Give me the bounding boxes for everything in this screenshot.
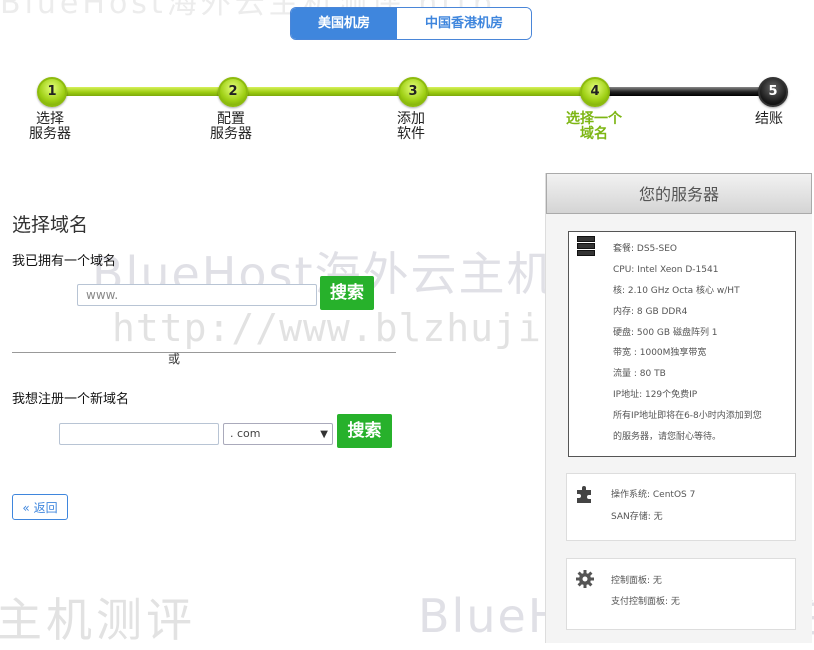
tab-us-datacenter[interactable]: 美国机房 [291, 8, 397, 39]
os-value: 操作系统: CentOS 7 [611, 490, 696, 500]
billing-panel-value: 支付控制面板: 无 [611, 597, 680, 607]
order-summary-sidebar: 您的服务器 套餐: DS5-SEO CPU: Intel Xeon D-1541… [545, 173, 812, 643]
spec-ip-note-1: 所有IP地址即将在6-8小时内添加到您 [613, 411, 762, 421]
tld-select[interactable]: . com ▼ [223, 423, 333, 445]
control-panel-card: 控制面板: 无 支付控制面板: 无 [566, 558, 796, 630]
step-5-circle: 5 [758, 77, 788, 107]
server-icon [577, 236, 595, 256]
watermark-bottom-left: 主机测评 [0, 593, 196, 647]
spec-memory: 内存: 8 GB DDR4 [613, 307, 688, 317]
divider [12, 352, 396, 353]
spec-cores: 核: 2.10 GHz Octa 核心 w/HT [613, 286, 740, 296]
step-1-label-line2: 服务器 [29, 126, 71, 142]
spec-ip: IP地址: 129个免费IP [613, 390, 698, 400]
datacenter-tabs: 美国机房 中国香港机房 [290, 7, 532, 40]
own-domain-input[interactable]: www. [77, 284, 317, 306]
server-spec-card: 套餐: DS5-SEO CPU: Intel Xeon D-1541 核: 2.… [568, 231, 796, 457]
own-domain-label: 我已拥有一个域名 [12, 254, 117, 269]
spec-ip-note-2: 的服务器，请您耐心等待。 [613, 432, 722, 442]
spec-traffic: 流量 : 80 TB [613, 369, 666, 379]
gear-icon [575, 569, 595, 594]
step-4-label-line1: 选择一个 [566, 111, 622, 127]
own-domain-search-button[interactable]: 搜索 [320, 276, 374, 310]
step-4-label-line2: 域名 [580, 126, 608, 142]
san-value: SAN存储: 无 [611, 512, 663, 522]
new-domain-label: 我想注册一个新域名 [12, 392, 130, 407]
or-label: 或 [168, 352, 181, 366]
new-domain-input[interactable] [59, 423, 219, 445]
step-1-label-line1: 选择 [36, 111, 64, 127]
step-3-label-line1: 添加 [397, 111, 425, 127]
tld-select-value: . com [230, 427, 261, 440]
spec-bandwidth: 带宽 : 1000M独享带宽 [613, 348, 707, 358]
step-1-circle: 1 [37, 77, 67, 107]
step-3-label: 添加 软件 [386, 112, 436, 142]
step-3-label-line2: 软件 [397, 126, 425, 142]
tab-hk-datacenter[interactable]: 中国香港机房 [397, 8, 531, 39]
step-4-label: 选择一个 域名 [558, 112, 630, 142]
step-5-label-line1: 结账 [755, 111, 783, 127]
step-2-label-line2: 服务器 [210, 126, 252, 142]
new-domain-search-button[interactable]: 搜索 [337, 414, 392, 448]
spec-plan: 套餐: DS5-SEO [613, 244, 677, 254]
progress-track-completed [50, 87, 598, 96]
step-3-circle: 3 [398, 77, 428, 107]
step-4-circle: 4 [580, 77, 610, 107]
spec-disk: 硬盘: 500 GB 磁盘阵列 1 [613, 328, 718, 338]
os-card: 操作系统: CentOS 7 SAN存储: 无 [566, 473, 796, 541]
puzzle-icon [575, 484, 595, 509]
page-title: 选择域名 [12, 214, 89, 236]
spec-cpu: CPU: Intel Xeon D-1541 [613, 265, 719, 275]
control-panel-value: 控制面板: 无 [611, 576, 662, 586]
back-button[interactable]: « 返回 [12, 494, 68, 520]
sidebar-title: 您的服务器 [546, 173, 812, 214]
progress-track-remaining [598, 87, 774, 96]
step-2-label-line1: 配置 [217, 111, 245, 127]
step-1-label: 选择 服务器 [22, 112, 78, 142]
chevron-down-icon: ▼ [320, 429, 328, 440]
step-2-circle: 2 [218, 77, 248, 107]
step-5-label: 结账 [748, 112, 790, 127]
step-2-label: 配置 服务器 [203, 112, 259, 142]
